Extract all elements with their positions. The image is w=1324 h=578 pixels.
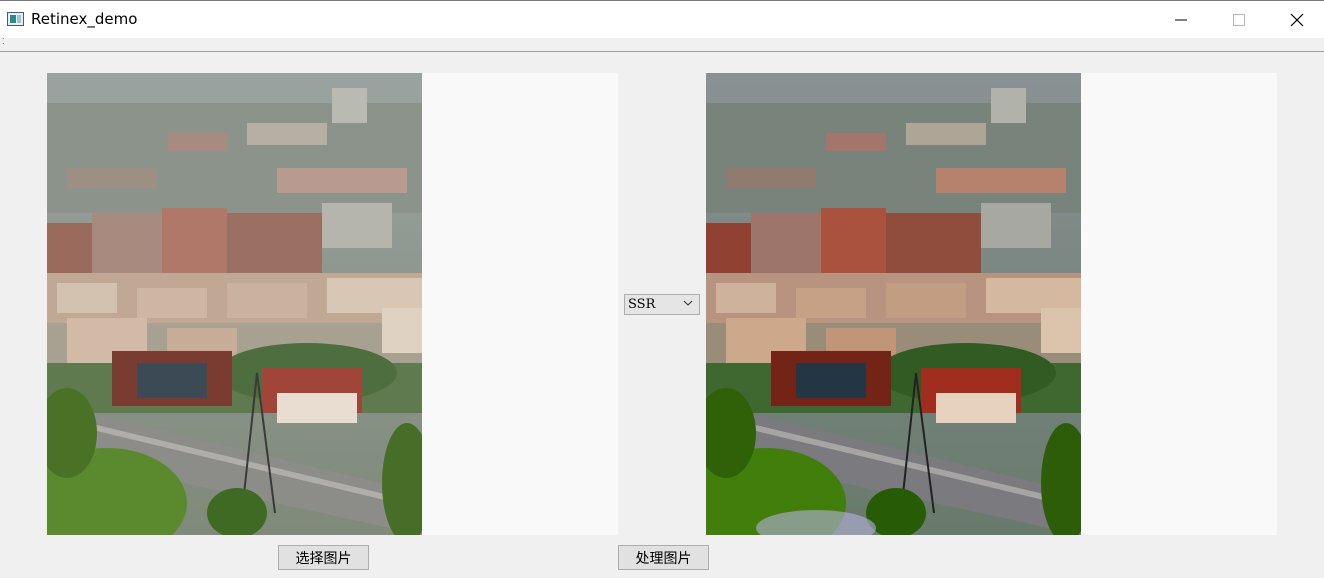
minimize-button[interactable] [1152, 1, 1210, 38]
process-image-button[interactable]: 处理图片 [618, 545, 709, 570]
title-bar[interactable]: Retinex_demo [0, 1, 1324, 38]
toolbar-strip: ⁚ [0, 38, 1324, 52]
close-button[interactable] [1268, 1, 1324, 38]
method-select-value: SSR [628, 297, 656, 312]
select-image-button[interactable]: 选择图片 [278, 545, 369, 570]
minimize-icon [1175, 19, 1187, 21]
window-title: Retinex_demo [31, 10, 138, 28]
app-window: Retinex_demo ⁚ SSR 选择图片 处理图片 [0, 0, 1324, 578]
maximize-button[interactable] [1210, 1, 1268, 38]
processed-image [706, 73, 1081, 535]
close-icon [1290, 13, 1304, 27]
app-window-icon [7, 12, 24, 26]
chevron-down-icon [683, 300, 693, 306]
toolbar-grip-icon[interactable]: ⁚ [2, 38, 5, 46]
maximize-icon [1233, 14, 1245, 26]
original-image-panel [47, 73, 618, 535]
processed-image-panel [706, 73, 1277, 535]
original-image [47, 73, 422, 535]
retinex-method-select[interactable]: SSR [624, 294, 700, 315]
